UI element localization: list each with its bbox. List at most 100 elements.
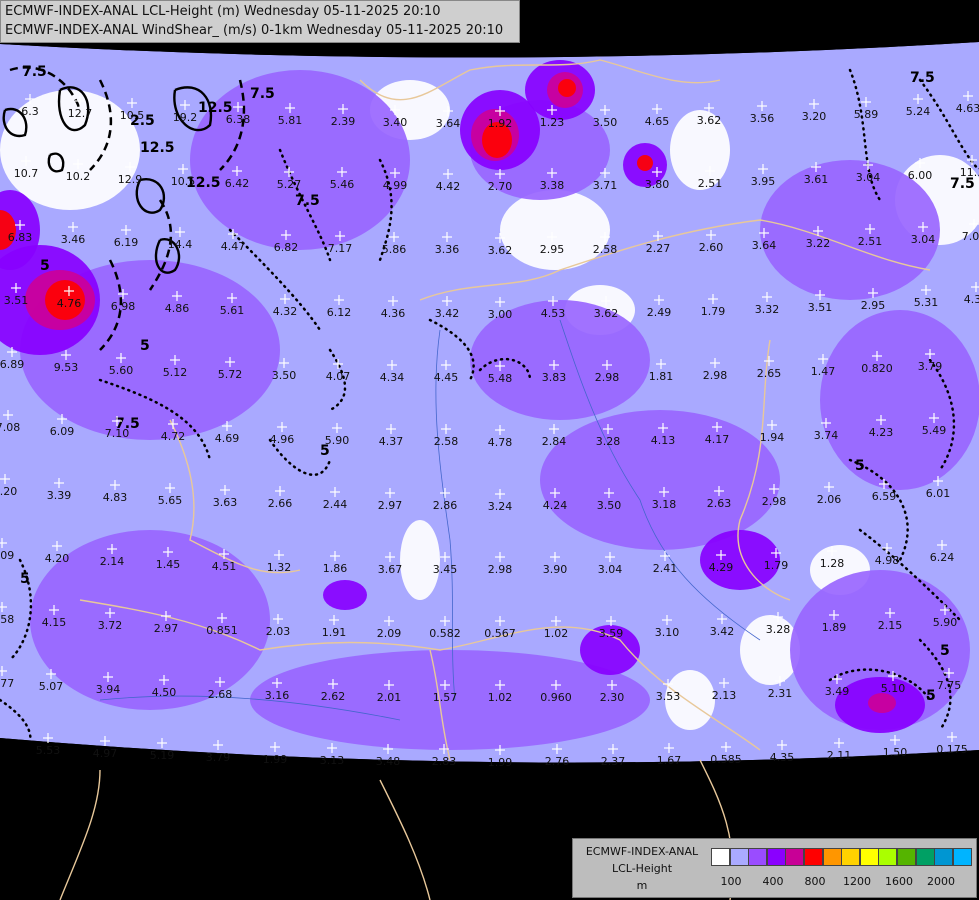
legend-swatch: [859, 848, 879, 866]
station-value: 2.58: [434, 435, 459, 448]
station-value: 1.02: [544, 627, 569, 640]
station-value: 3.53: [656, 690, 681, 703]
legend-swatch: [897, 848, 916, 866]
legend-variable: LCL-Height: [611, 862, 673, 875]
lcl-shade-area: [190, 70, 410, 250]
station-value: 2.65: [757, 367, 782, 380]
station-value: 0.175: [936, 743, 968, 756]
contour-label: 5: [940, 643, 950, 659]
station-value: 1.99: [488, 756, 513, 769]
station-value: 2.44: [323, 498, 348, 511]
station-value: 7.10: [105, 427, 130, 440]
station-value: 6.82: [274, 241, 299, 254]
station-value: 1.81: [649, 370, 674, 383]
station-value: 1.57: [433, 691, 458, 704]
station-value: 6.3: [21, 105, 39, 118]
station-value: 6.12: [327, 306, 352, 319]
legend-swatch: [934, 848, 954, 866]
station-value: 3.50: [597, 499, 622, 512]
station-value: 5.19: [150, 749, 175, 762]
station-value: 4.24: [543, 499, 568, 512]
station-value: 3.04: [856, 171, 881, 184]
station-value: 3.18: [652, 498, 677, 511]
station-value: 6.83: [8, 231, 33, 244]
station-value: 3.10: [655, 626, 680, 639]
station-value: 2.39: [331, 115, 356, 128]
station-value: 4.47: [221, 240, 246, 253]
station-value: 2.98: [762, 495, 787, 508]
station-value: 3.13: [320, 754, 345, 767]
station-value: 5.31: [914, 296, 939, 309]
station-value: 5.46: [330, 178, 355, 191]
station-value: 4.13: [651, 434, 676, 447]
station-value: 3.48: [376, 755, 401, 768]
station-value: 3.04: [911, 233, 936, 246]
station-value: 3.79: [206, 751, 231, 764]
station-value: 6.01: [926, 487, 951, 500]
station-value: 3.83: [542, 371, 567, 384]
station-value: 2.83: [432, 755, 457, 768]
station-value: 1.32: [267, 561, 292, 574]
station-value: 3.58: [0, 613, 14, 626]
contour-label: 12.5: [140, 140, 175, 156]
station-value: 1.23: [540, 116, 565, 129]
station-value: 3.40: [383, 116, 408, 129]
legend-swatch: [915, 848, 935, 866]
station-value: 3.72: [98, 619, 123, 632]
station-value: 3.32: [755, 303, 780, 316]
station-value: 4.96: [270, 433, 295, 446]
station-value: 2.76: [545, 755, 570, 768]
station-value: 2.09: [377, 627, 402, 640]
station-value: 11.3: [960, 166, 979, 179]
station-value: 3.80: [645, 178, 670, 191]
station-value: 6.19: [114, 236, 139, 249]
legend-swatch: [748, 848, 768, 866]
station-value: 4.51: [212, 560, 237, 573]
station-value: 3.38: [540, 179, 565, 192]
lcl-shade-area: [323, 580, 367, 610]
station-value: 1.86: [323, 562, 348, 575]
legend-tick-label: 100: [720, 875, 742, 888]
station-value: 1.92: [488, 117, 513, 130]
station-value: 3.62: [488, 244, 513, 257]
legend-title: ECMWF-INDEX-ANAL: [585, 845, 699, 858]
weather-map: 7.57.512.512.5557.57.5557.52.512.5 7.5555…: [0, 0, 979, 900]
station-value: 1.91: [322, 626, 347, 639]
station-value: 0.567: [484, 627, 516, 640]
station-value: 2.68: [208, 688, 233, 701]
contour-label: 5: [926, 688, 936, 704]
station-value: 4.23: [869, 426, 894, 439]
station-value: 10.7: [14, 167, 39, 180]
legend-swatch: [711, 848, 730, 866]
station-value: 3.46: [61, 233, 86, 246]
station-value: 6.24: [930, 551, 955, 564]
station-value: 4.17: [705, 433, 730, 446]
contour-label: 5: [20, 571, 30, 587]
legend-tick-label: 1200: [843, 875, 871, 888]
station-value: 1.79: [764, 559, 789, 572]
station-value: 2.51: [698, 177, 723, 190]
station-value: 3.28: [596, 435, 621, 448]
station-value: 1.94: [760, 431, 785, 444]
station-value: 2.15: [878, 619, 903, 632]
header-title-lcl: ECMWF-INDEX-ANAL LCL-Height (m) Wednesda…: [5, 4, 441, 19]
station-value: 5.60: [109, 364, 134, 377]
station-value: 2.60: [699, 241, 724, 254]
station-value: 2.95: [861, 299, 886, 312]
station-value: 3.22: [806, 237, 831, 250]
contour-label: 7.5: [250, 86, 275, 102]
station-value: 4.37: [379, 435, 404, 448]
station-value: 3.94: [96, 683, 121, 696]
station-value: 2.11: [827, 749, 852, 762]
station-value: 3.16: [265, 689, 290, 702]
station-value: 2.70: [488, 180, 513, 193]
station-value: 0.851: [206, 624, 238, 637]
station-value: 3.62: [594, 307, 619, 320]
station-value: 3.63: [213, 496, 238, 509]
station-value: 3.79: [918, 360, 943, 373]
station-value: 8.09: [0, 549, 14, 562]
station-value: 5.24: [906, 105, 931, 118]
station-value: 4.20: [0, 485, 17, 498]
station-value: 4.42: [436, 180, 461, 193]
station-value: 3.36: [435, 243, 460, 256]
